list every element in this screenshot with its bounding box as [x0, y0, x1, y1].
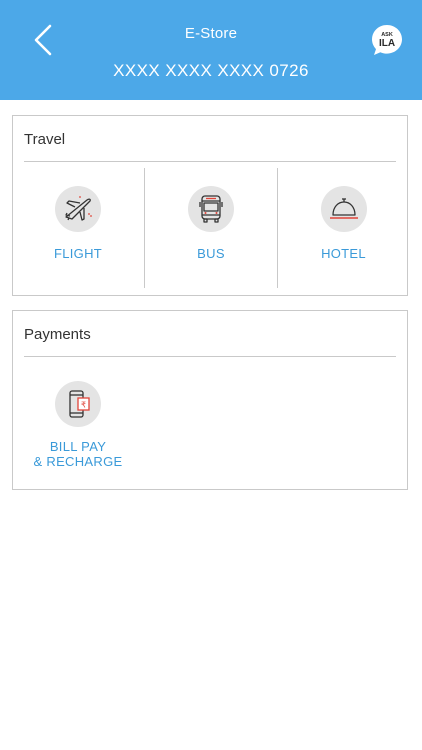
- travel-card: Travel FLIGHT BUS HOTEL: [12, 115, 408, 296]
- ask-ila-icon: ASK ILA: [372, 25, 402, 55]
- flight-label: FLIGHT: [53, 246, 103, 261]
- flight-tile[interactable]: FLIGHT: [13, 186, 143, 261]
- card-number: XXXX XXXX XXXX 0726: [113, 61, 309, 80]
- page-title: E-Store: [184, 25, 238, 42]
- hotel-label: HOTEL: [321, 246, 366, 261]
- airplane-icon: [65, 196, 92, 221]
- svg-text:₹: ₹: [81, 401, 86, 410]
- payments-card: Payments ₹ BILL PAY & RECHARGE: [12, 310, 408, 490]
- payments-section-title: Payments: [24, 326, 91, 343]
- payments-divider: [24, 356, 396, 357]
- hotel-icon-circle: [320, 186, 367, 232]
- bill-pay-label: BILL PAY & RECHARGE: [13, 439, 143, 469]
- ask-ila-button[interactable]: ASK ILA: [371, 24, 403, 56]
- travel-divider: [24, 161, 396, 162]
- hotel-bell-icon: [329, 198, 358, 219]
- flight-icon-circle: [55, 186, 101, 232]
- bus-icon-circle: [188, 186, 234, 232]
- ask-ila-line2: ILA: [379, 38, 395, 49]
- mobile-rupee-icon: ₹: [69, 390, 90, 418]
- bus-tile[interactable]: BUS: [145, 186, 277, 261]
- app-header: E-Store XXXX XXXX XXXX 0726 ASK ILA: [0, 0, 422, 100]
- bill-pay-label-line2: & RECHARGE: [33, 454, 123, 469]
- bus-label: BUS: [197, 246, 225, 261]
- bus-icon: [199, 195, 223, 223]
- bill-pay-icon-circle: ₹: [55, 381, 101, 427]
- travel-section-title: Travel: [24, 131, 66, 148]
- hotel-tile[interactable]: HOTEL: [278, 186, 409, 261]
- bill-pay-tile[interactable]: ₹ BILL PAY & RECHARGE: [13, 381, 143, 469]
- bill-pay-label-line1: BILL PAY: [49, 439, 107, 454]
